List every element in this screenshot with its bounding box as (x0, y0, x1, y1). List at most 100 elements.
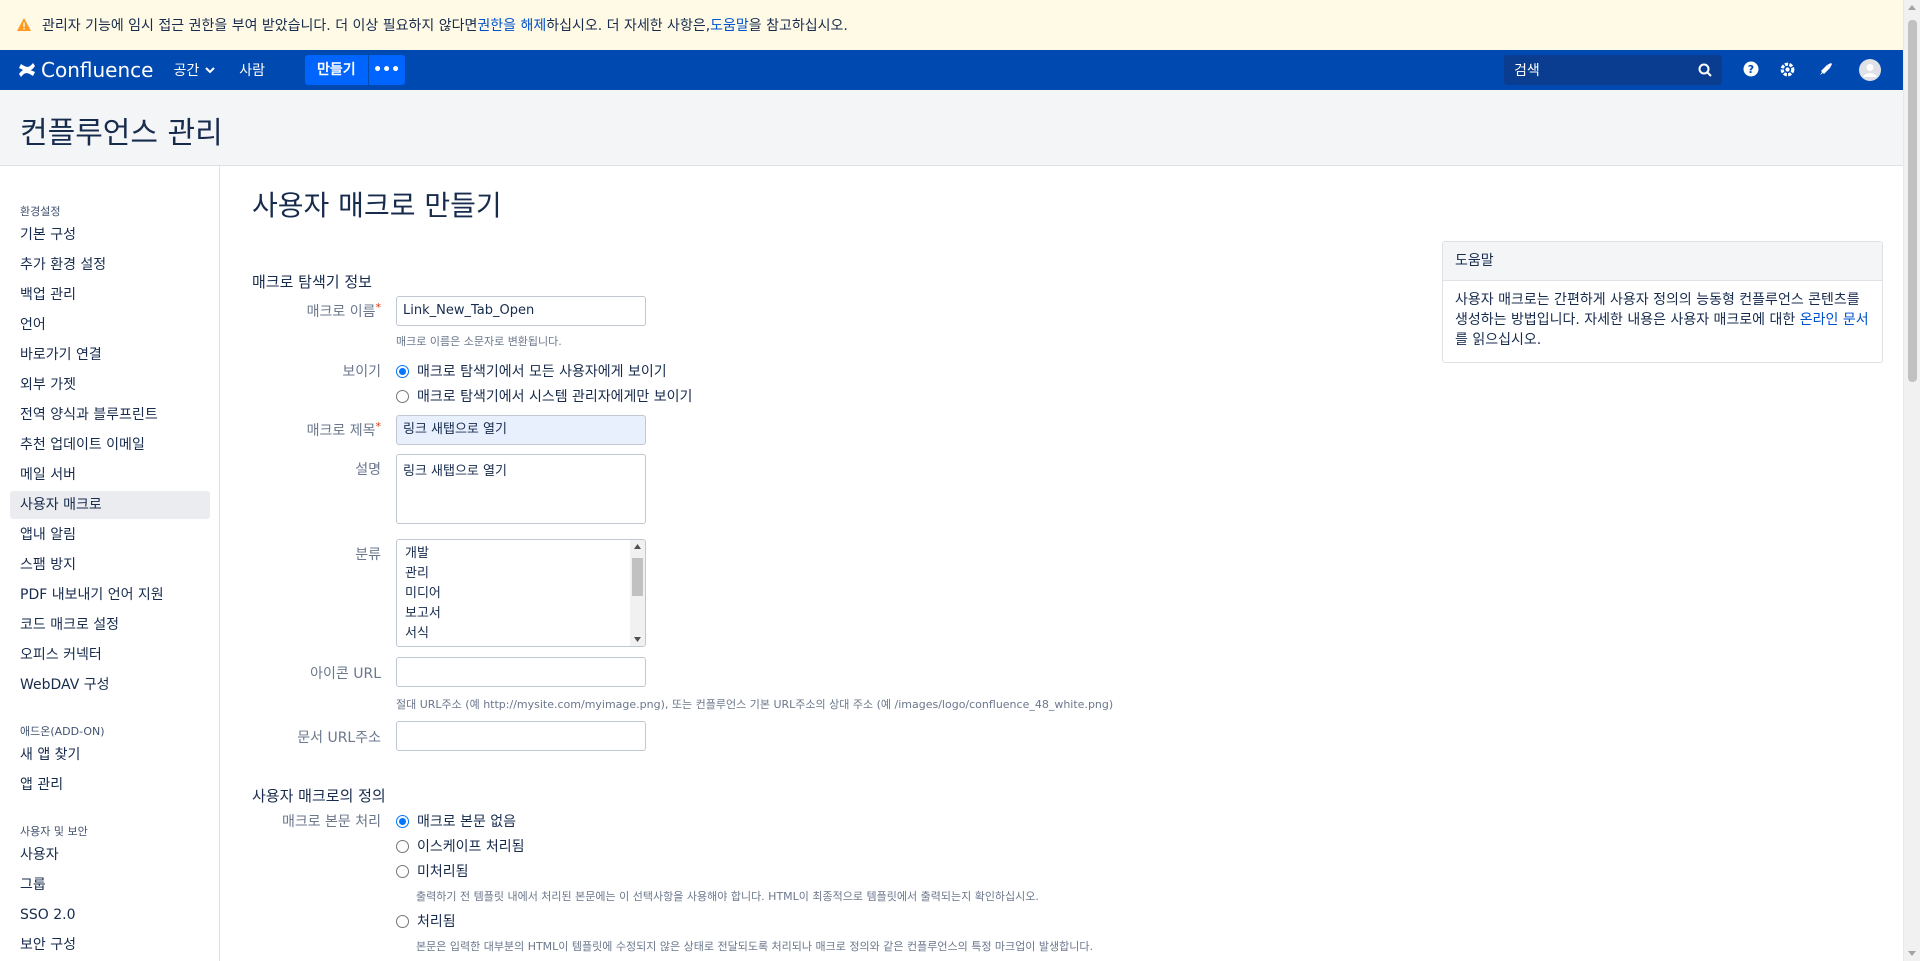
help-body: 사용자 매크로는 간편하게 사용자 정의의 능동형 컨플루언스 콘텐츠를 생성하… (1443, 281, 1882, 359)
help-link[interactable]: 도움말 (710, 15, 749, 35)
category-scroll-thumb[interactable] (632, 558, 643, 596)
sidebar-item-user-macros[interactable]: 사용자 매크로 (10, 491, 210, 519)
radio-button[interactable] (396, 914, 409, 928)
sidebar-item-languages[interactable]: 언어 (10, 311, 210, 339)
scroll-up-icon[interactable] (634, 544, 641, 549)
category-scrollbar[interactable] (630, 540, 645, 646)
macro-name-input[interactable]: Link_New_Tab_Open (396, 296, 646, 326)
admin-title: 컨플루언스 관리 (20, 116, 223, 151)
body-option-rendered[interactable]: 처리됨 (396, 911, 456, 931)
section-title-browser-info: 매크로 탐색기 정보 (252, 273, 372, 291)
spaces-menu[interactable]: 공간 (173, 60, 215, 80)
user-avatar-icon[interactable] (1859, 59, 1881, 81)
warning-icon (17, 18, 31, 31)
revoke-access-link[interactable]: 권한을 해제 (477, 15, 546, 35)
sidebar-item-general-config[interactable]: 기본 구성 (10, 221, 210, 249)
body-option-unrendered-label: 미처리됨 (417, 864, 469, 880)
sidebar-item-groups[interactable]: 그룹 (10, 871, 210, 899)
sidebar-item-webdav[interactable]: WebDAV 구성 (10, 671, 210, 699)
more-create-options-button[interactable]: ••• (368, 55, 405, 85)
notification-icon[interactable] (1818, 61, 1834, 77)
sidebar-item-office-connector[interactable]: 오피스 커넥터 (10, 641, 210, 669)
sidebar-heading: 애드온(ADD-ON) (20, 725, 105, 738)
category-listbox[interactable]: 개발 관리 미디어 보고서 서식 (396, 539, 646, 647)
create-button[interactable]: 만들기 (304, 55, 368, 85)
body-option-escaped[interactable]: 이스케이프 처리됨 (396, 836, 525, 856)
banner-text-after: 을 참고하십시오. (748, 18, 848, 34)
visibility-option-admins[interactable]: 매크로 탐색기에서 시스템 관리자에게만 보이기 (396, 386, 692, 406)
people-link[interactable]: 사람 (239, 60, 265, 80)
sidebar-item-pdf-export-language[interactable]: PDF 내보내기 언어 지원 (10, 581, 210, 609)
macro-title-label: 매크로 제목* (307, 420, 381, 440)
top-nav-bar: Confluence 공간 사람 만들기 ••• 검색 ? (0, 50, 1903, 90)
body-option-none-label: 매크로 본문 없음 (417, 814, 517, 830)
help-panel: 도움말 사용자 매크로는 간편하게 사용자 정의의 능동형 컨플루언스 콘텐츠를… (1442, 241, 1883, 363)
radio-button[interactable] (396, 814, 409, 828)
confluence-logo[interactable]: Confluence (18, 58, 153, 82)
sidebar-item-code-macro[interactable]: 코드 매크로 설정 (10, 611, 210, 639)
required-marker: * (375, 420, 382, 433)
category-option[interactable]: 미디어 (397, 584, 645, 604)
description-textarea[interactable]: 링크 새탭으로 열기 (396, 454, 646, 524)
macro-title-input[interactable]: 링크 새탭으로 열기 (396, 415, 646, 445)
category-option[interactable]: 개발 (397, 544, 645, 564)
doc-url-label: 문서 URL주소 (297, 730, 381, 746)
admin-title-bar: 컨플루언스 관리 (0, 90, 1903, 166)
sidebar-item-recommended-updates[interactable]: 추천 업데이트 이메일 (10, 431, 210, 459)
scroll-up-icon[interactable] (1908, 5, 1916, 10)
macro-name-label: 매크로 이름* (307, 301, 381, 321)
radio-button[interactable] (396, 389, 409, 403)
chevron-down-icon (205, 66, 215, 73)
sidebar-item-external-gadgets[interactable]: 외부 가젯 (10, 371, 210, 399)
sidebar-item-find-apps[interactable]: 새 앱 찾기 (10, 741, 210, 769)
macro-title-label-text: 매크로 제목 (306, 423, 376, 439)
body-option-unrendered[interactable]: 미처리됨 (396, 861, 469, 881)
banner-text: 관리자 기능에 임시 접근 권한을 부여 받았습니다. 더 이상 필요하지 않다… (42, 18, 478, 34)
search-placeholder: 검색 (1514, 63, 1540, 79)
sidebar-item-security-config[interactable]: 보안 구성 (10, 931, 210, 959)
visibility-option-all-label: 매크로 탐색기에서 모든 사용자에게 보이기 (417, 364, 667, 380)
scroll-down-icon[interactable] (634, 637, 641, 642)
help-heading: 도움말 (1443, 242, 1882, 281)
search-icon[interactable] (1698, 63, 1712, 77)
sidebar-item-further-config[interactable]: 추가 환경 설정 (10, 251, 210, 279)
search-input[interactable]: 검색 (1504, 55, 1722, 85)
body-option-rendered-label: 처리됨 (417, 914, 456, 930)
category-option[interactable]: 서식 (397, 624, 645, 644)
icon-url-label: 아이콘 URL (310, 666, 381, 682)
radio-button[interactable] (396, 839, 409, 853)
sidebar-item-backup[interactable]: 백업 관리 (10, 281, 210, 309)
sidebar-item-manage-apps[interactable]: 앱 관리 (10, 771, 210, 799)
admin-sidebar: 환경설정 기본 구성 추가 환경 설정 백업 관리 언어 바로가기 연결 외부 … (0, 166, 220, 961)
sidebar-item-in-app-notifications[interactable]: 앱내 알림 (10, 521, 210, 549)
confluence-logo-icon (19, 63, 35, 77)
visibility-option-all[interactable]: 매크로 탐색기에서 모든 사용자에게 보이기 (396, 361, 667, 381)
category-option[interactable]: 보고서 (397, 604, 645, 624)
doc-url-input[interactable] (396, 721, 646, 751)
sidebar-item-shortcut-links[interactable]: 바로가기 연결 (10, 341, 210, 369)
visibility-option-admins-label: 매크로 탐색기에서 시스템 관리자에게만 보이기 (417, 389, 693, 405)
icon-url-hint: 절대 URL주소 (예 http://mysite.com/myimage.pn… (396, 698, 1114, 711)
body-option-none[interactable]: 매크로 본문 없음 (396, 811, 516, 831)
online-docs-link[interactable]: 온라인 문서 (1800, 312, 1869, 328)
radio-button[interactable] (396, 864, 409, 878)
page-scroll-thumb[interactable] (1908, 20, 1917, 382)
sidebar-item-global-templates[interactable]: 전역 양식과 블루프린트 (10, 401, 210, 429)
body-option-unrendered-hint: 출력하기 전 템플릿 내에서 처리된 본문에는 이 선택사항을 사용해야 합니다… (416, 890, 1039, 903)
sidebar-item-sso[interactable]: SSO 2.0 (10, 901, 210, 929)
sidebar-item-spam-prevention[interactable]: 스팸 방지 (10, 551, 210, 579)
category-option[interactable]: 관리 (397, 564, 645, 584)
body-option-rendered-hint: 본문은 입력한 대부분의 HTML이 템플릿에 수정되지 않은 상태로 전달되도… (416, 940, 1094, 953)
banner-text-middle: 하십시오. 더 자세한 사항은, (546, 18, 711, 34)
section-title-definition: 사용자 매크로의 정의 (252, 787, 386, 805)
required-marker: * (375, 301, 382, 314)
sidebar-item-users[interactable]: 사용자 (10, 841, 210, 869)
icon-url-input[interactable] (396, 657, 646, 687)
gear-icon[interactable] (1779, 61, 1796, 78)
sidebar-heading: 환경설정 (20, 205, 61, 218)
help-icon[interactable]: ? (1743, 61, 1759, 77)
radio-button[interactable] (396, 364, 409, 378)
scroll-down-icon[interactable] (1908, 951, 1916, 956)
sidebar-item-mail-servers[interactable]: 메일 서버 (10, 461, 210, 489)
page-scrollbar[interactable] (1903, 0, 1920, 961)
